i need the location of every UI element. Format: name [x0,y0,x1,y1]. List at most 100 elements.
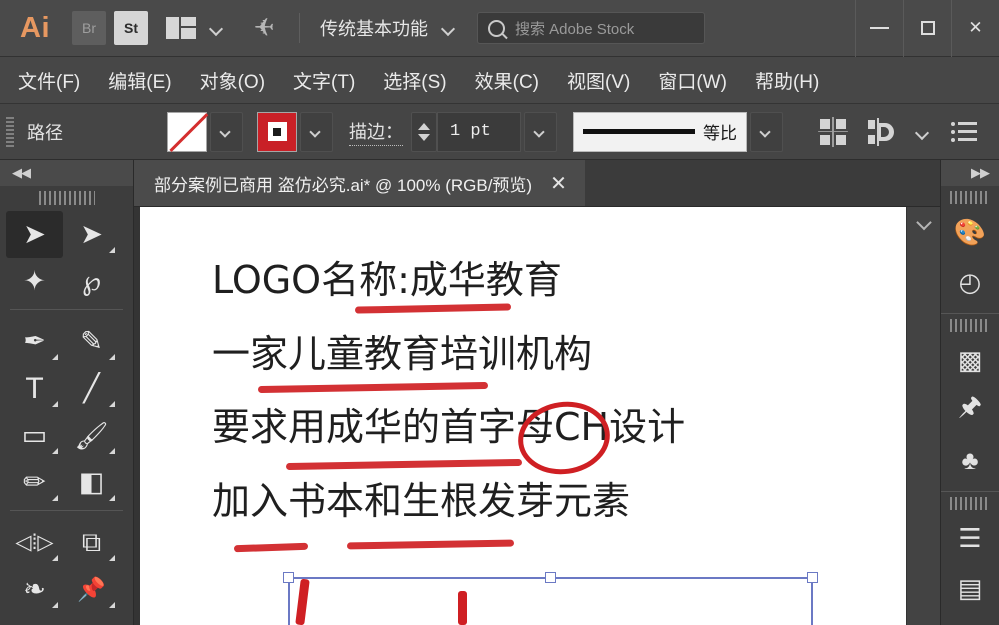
document-tab-close-icon[interactable]: ✕ [550,171,567,196]
menu-select[interactable]: 选择(S) [383,67,446,94]
dock-group-assets: ▩ 🖈 ♣ [941,319,999,492]
swatches-panel-icon[interactable]: ▩ [941,335,999,385]
distribute-chevron-down-icon[interactable] [916,128,929,136]
tool-group-draw: ✒ ✎ T ╱ ▭ 🖌 ✏ ◧ [0,314,133,506]
stroke-swatch[interactable] [257,111,297,152]
distribute-icon[interactable] [868,117,894,146]
fill-chevron-down-icon[interactable] [210,111,243,152]
bridge-button[interactable]: Br [72,11,106,45]
arrange-chevron-down-icon[interactable] [210,24,223,32]
artboard-line-1: LOGO名称:成华教育 [212,258,562,302]
menu-effect[interactable]: 效果(C) [475,67,539,94]
dock-group-grip-3[interactable] [950,497,990,510]
scale-tool[interactable]: ⧉ [63,519,120,566]
stroke-weight-chevron-down-icon[interactable] [524,111,557,152]
width-tool[interactable]: ❧ [6,566,63,613]
symbols-panel-icon[interactable]: ♣ [941,435,999,485]
menu-bar: 文件(F) 编辑(E) 对象(O) 文字(T) 选择(S) 效果(C) 视图(V… [0,57,999,104]
stock-button[interactable]: St [114,11,148,45]
rectangle-tool[interactable]: ▭ [6,412,63,459]
canvas-vertical-scrollbar[interactable] [906,207,940,625]
divider [299,13,300,43]
transparency-panel-icon[interactable]: ◕ [941,613,999,625]
illustrator-window: Ai Br St ✈ 传统基本功能 搜索 Adobe Stock ✕ 文件(F)… [0,0,999,625]
profile-chevron-down-icon[interactable] [750,111,783,152]
app-logo: Ai [20,11,50,44]
options-list-icon[interactable] [951,121,977,143]
brushes-panel-icon[interactable]: 🖈 [941,385,999,435]
align-icon[interactable] [818,116,848,147]
line-segment-tool[interactable]: ╱ [63,365,120,412]
stroke-chevron-down-icon[interactable] [300,111,333,152]
document-tab-title: 部分案例已商用 盗仿必究.ai* @ 100% (RGB/预览) [154,175,533,195]
search-input[interactable]: 搜索 Adobe Stock [477,12,705,44]
stroke-weight-label: 描边： [349,118,403,146]
menu-window[interactable]: 窗口(W) [658,67,727,94]
maximize-button[interactable] [903,0,951,57]
curvature-tool[interactable]: ✎ [63,318,120,365]
search-icon [488,19,505,37]
stroke-profile-select[interactable]: 等比 [573,111,747,152]
tool-group-transform: ◁⁞▷ ⧉ ❧ 📌 ◍ ◿ [0,515,133,625]
stroke-weight-input[interactable]: 1 pt [437,111,521,152]
dock-group-grip-2[interactable] [950,319,990,332]
artboard-text-block: LOGO名称:成华教育 一家儿童教育培训机构 要求用成华的首字母CH设计 加入书… [212,258,862,554]
selection-handle-top-right[interactable] [807,572,818,583]
dock-group-appearance: ☰ ▤ ◕ [941,497,999,625]
chevron-up-icon[interactable] [915,214,932,231]
magic-wand-tool[interactable]: ✦ [6,258,63,305]
workspace-chevron-down-icon[interactable] [442,24,455,32]
tools-divider-1 [10,309,123,310]
stroke-weight-stepper[interactable] [411,111,437,152]
workspace-label[interactable]: 传统基本功能 [320,15,428,41]
type-tool[interactable]: T [6,365,63,412]
free-transform-tool[interactable]: 📌 [63,566,120,613]
paintbrush-tool[interactable]: 🖌 [63,412,120,459]
search-placeholder: 搜索 Adobe Stock [515,20,635,38]
title-bar: Ai Br St ✈ 传统基本功能 搜索 Adobe Stock ✕ [0,0,999,57]
canvas-area[interactable]: LOGO名称:成华教育 一家儿童教育培训机构 要求用成华的首字母CH设计 加入书… [134,207,940,625]
fill-swatch[interactable] [167,111,207,152]
color-panel-icon[interactable]: 🎨 [941,207,999,257]
eraser-tool[interactable]: ◧ [63,459,120,506]
document-tab[interactable]: 部分案例已商用 盗仿必究.ai* @ 100% (RGB/预览) ✕ [134,160,585,206]
tools-panel-grip[interactable] [38,191,95,205]
menu-object[interactable]: 对象(O) [200,67,265,94]
minimize-button[interactable] [855,0,903,57]
tools-collapse-button[interactable]: ◀◀ [0,160,133,186]
selection-handle-top-center[interactable] [545,572,556,583]
dock-group-grip-1[interactable] [950,191,990,204]
artboard-line-4: 加入书本和生根发芽元素 [212,479,631,524]
selection-handle-top-left[interactable] [283,572,294,583]
rotate-reflect-tool[interactable]: ◁⁞▷ [6,519,63,566]
menu-view[interactable]: 视图(V) [567,67,630,94]
arrange-documents-icon[interactable] [166,17,196,39]
menu-file[interactable]: 文件(F) [18,67,80,94]
menu-help[interactable]: 帮助(H) [755,67,819,94]
stroke-panel-icon[interactable]: ☰ [941,513,999,563]
shaper-pencil-tool[interactable]: ✏ [6,459,63,506]
dock-collapse-button[interactable]: ▶▶ [941,160,999,186]
dock-group-color: 🎨 ◴ [941,191,999,314]
lasso-tool[interactable]: ℘ [63,258,120,305]
shape-builder-tool[interactable]: ◍ [6,613,63,625]
selection-type-label: 路径 [27,122,63,143]
menu-type[interactable]: 文字(T) [293,67,355,94]
control-bar-grip[interactable] [6,116,14,147]
home-rocket-icon[interactable]: ✈ [245,13,283,43]
selection-tool[interactable]: ➤ [6,211,63,258]
color-guide-panel-icon[interactable]: ◴ [941,257,999,307]
pen-tool[interactable]: ✒ [6,318,63,365]
window-controls: ✕ [855,0,999,57]
gradient-panel-icon[interactable]: ▤ [941,563,999,613]
menu-edit[interactable]: 编辑(E) [108,67,171,94]
selection-bounding-box[interactable] [283,572,818,625]
profile-label: 等比 [703,124,737,143]
close-button[interactable]: ✕ [951,0,999,57]
tools-divider-2 [10,510,123,511]
tools-panel: ◀◀ ➤ ➤ ✦ ℘ ✒ ✎ T ╱ ▭ 🖌 ✏ ◧ ◁⁞▷ ⧉ ❧ 📌 ◍ ◿ [0,160,134,625]
perspective-grid-tool[interactable]: ◿ [63,613,120,625]
direct-selection-tool[interactable]: ➤ [63,211,120,258]
artboard[interactable]: LOGO名称:成华教育 一家儿童教育培训机构 要求用成华的首字母CH设计 加入书… [140,207,906,625]
tool-group-selection: ➤ ➤ ✦ ℘ [0,207,133,305]
